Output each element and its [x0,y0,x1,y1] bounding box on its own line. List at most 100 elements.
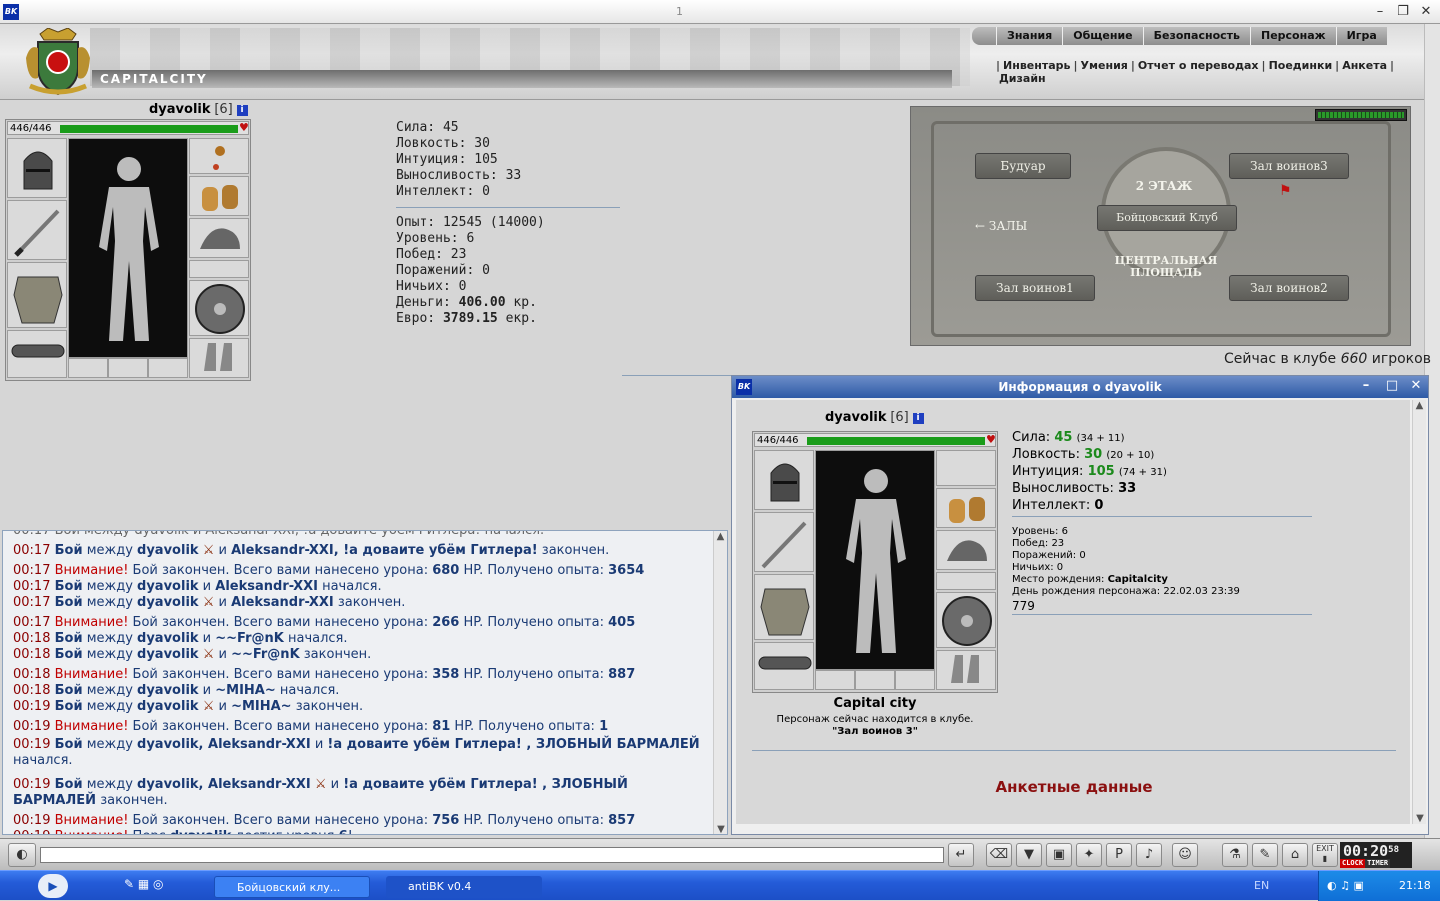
chat-mode-button[interactable]: ◐ [8,843,36,867]
os-taskbar: ▶ ✎ ▦ ◎ Бойцовский клу... antiBK v0.4 EN… [0,870,1440,901]
fighter-icon[interactable]: ✦ [1076,843,1102,867]
subnav-design[interactable]: Дизайн [996,72,1049,85]
info-icon[interactable]: i [236,105,248,116]
chat-log[interactable]: 00:17 Бой между dyavolik и Aleksandr-XXI… [2,530,728,835]
media-play-icon[interactable]: ▶ [38,874,68,898]
fight-icon[interactable]: ⚔ [203,699,215,714]
bracers-slot[interactable] [936,488,996,528]
character-level: [6] [214,102,233,117]
popup-character-avatar[interactable] [815,450,935,670]
subnav-duels[interactable]: Поединки [1266,59,1336,72]
boots-slot[interactable] [189,338,249,378]
fight-icon[interactable]: ⚔ [315,777,327,792]
chat-scrollbar[interactable]: ▲ ▼ [713,531,727,834]
armor-slot[interactable] [7,262,67,328]
room-warriors-1[interactable]: Зал воинов1 [975,275,1095,301]
subnav-inventory[interactable]: Инвентарь [1000,59,1073,72]
task-antibk[interactable]: antiBK v0.4 [386,876,542,898]
popup-maximize-button[interactable]: □ [1382,377,1402,395]
language-indicator[interactable]: EN [1254,879,1269,892]
restore-button[interactable]: ❐ [1393,3,1413,21]
sound-icon[interactable]: ♪ [1136,843,1162,867]
belt-slot[interactable] [754,642,814,690]
nav-game[interactable]: Игра [1335,27,1387,45]
ring-slot-3[interactable] [148,358,188,378]
chat-line: 00:18 Бой между dyavolik и ~~Fr@nK начал… [13,631,348,646]
popup-info-icon[interactable]: i [912,413,924,424]
close-button[interactable]: ✕ [1416,3,1436,21]
chat-input[interactable] [40,847,944,863]
nav-security[interactable]: Безопасность [1142,27,1250,45]
popup-stat-row: Сила: 45 (34 + 11) [1012,430,1125,445]
ring-slot-2[interactable] [108,358,148,378]
chat-line: 00:19 Внимание! Бой закончен. Всего вами… [13,719,609,734]
weapon-slot[interactable] [7,200,67,260]
popup-character-name[interactable]: dyavolik [825,410,887,425]
room-warriors-3[interactable]: Зал воинов3 [1229,153,1349,179]
chat-time: 00:19 [13,699,51,714]
room-boudoir[interactable]: Будуар [975,153,1071,179]
subnav-profile[interactable]: Анкета [1339,59,1390,72]
nav-communication[interactable]: Общение [1062,27,1142,45]
scroll-up-icon[interactable]: ▲ [1413,400,1426,411]
fight-icon[interactable]: ⚔ [203,595,215,610]
gloves-slot[interactable] [936,530,996,570]
halls-link[interactable]: ← ЗАЛЫ [975,219,1027,233]
sub-nav: | Инвентарь | Умения | Отчет о переводах | Поед… [996,59,1395,85]
private-icon[interactable]: P [1106,843,1132,867]
scroll-up-icon[interactable]: ▲ [714,531,727,542]
potion-icon[interactable]: ⚗ [1222,843,1248,867]
room-warriors-2[interactable]: Зал воинов2 [1229,275,1349,301]
ring-slot-2[interactable] [855,670,895,690]
boots-slot[interactable] [936,650,996,690]
send-button[interactable]: ↵ [948,843,974,867]
fight-icon[interactable]: ⚔ [203,647,215,662]
tray-icons[interactable]: ◐ ♫ ▣ [1327,879,1364,892]
minimize-button[interactable]: – [1370,3,1390,21]
armor-slot[interactable] [754,574,814,640]
scrolls-slot[interactable] [189,260,249,278]
popup-close-button[interactable]: ✕ [1406,377,1426,395]
bracers-slot[interactable] [189,176,249,216]
scroll-down-icon[interactable]: ▼ [1413,813,1427,824]
lock-icon[interactable]: ⌂ [1282,843,1308,867]
weapon-slot[interactable] [754,512,814,572]
subnav-skills[interactable]: Умения [1078,59,1131,72]
popup-scrollbar[interactable]: ▲ ▼ [1412,400,1426,824]
popup-stat-row: Интуиция: 105 (74 + 31) [1012,464,1167,479]
ring-slot-3[interactable] [895,670,935,690]
filter-icon[interactable]: ▼ [1016,843,1042,867]
popup-minimize-button[interactable]: – [1356,377,1376,395]
scroll-icon[interactable]: ✎ [1252,843,1278,867]
helmet-slot[interactable] [754,450,814,510]
shield-slot[interactable] [936,592,996,648]
fight-icon[interactable]: ⚔ [203,543,215,558]
helmet-slot[interactable] [7,138,67,198]
quicklaunch-icons[interactable]: ✎ ▦ ◎ [124,877,164,891]
stat-row: Сила: 45 [396,120,620,136]
ring-slot-1[interactable] [68,358,108,378]
amulet-slot[interactable] [189,138,249,174]
gloves-slot[interactable] [189,218,249,258]
amulet-slot[interactable] [936,450,996,486]
belt-slot[interactable] [7,330,67,378]
subnav-transfers[interactable]: Отчет о переводах [1135,59,1262,72]
shield-slot[interactable] [189,280,249,336]
smiley-icon[interactable]: ☺ [1172,843,1198,867]
save-icon[interactable]: ▣ [1046,843,1072,867]
info-row: Побед: 23 [396,247,467,262]
scrolls-slot[interactable] [936,572,996,590]
room-fight-club[interactable]: Бойцовский Клуб [1097,205,1237,231]
task-browser[interactable]: Бойцовский клу... [214,876,370,898]
ring-slot-1[interactable] [815,670,855,690]
eraser-icon[interactable]: ⌫ [986,843,1012,867]
chat-time: 00:17 [13,579,51,594]
nav-knowledge[interactable]: Знания [996,27,1062,45]
nav-character[interactable]: Персонаж [1250,27,1336,45]
room-central-square[interactable]: ЦЕНТРАЛЬНАЯ ПЛОЩАДЬ [1107,255,1225,279]
scroll-down-icon[interactable]: ▼ [714,824,727,834]
character-avatar[interactable] [68,138,188,358]
profile-section-title: Анкетные данные [995,778,1153,796]
exit-button[interactable]: EXIT ▮ [1312,843,1338,867]
character-name[interactable]: dyavolik [149,102,211,117]
